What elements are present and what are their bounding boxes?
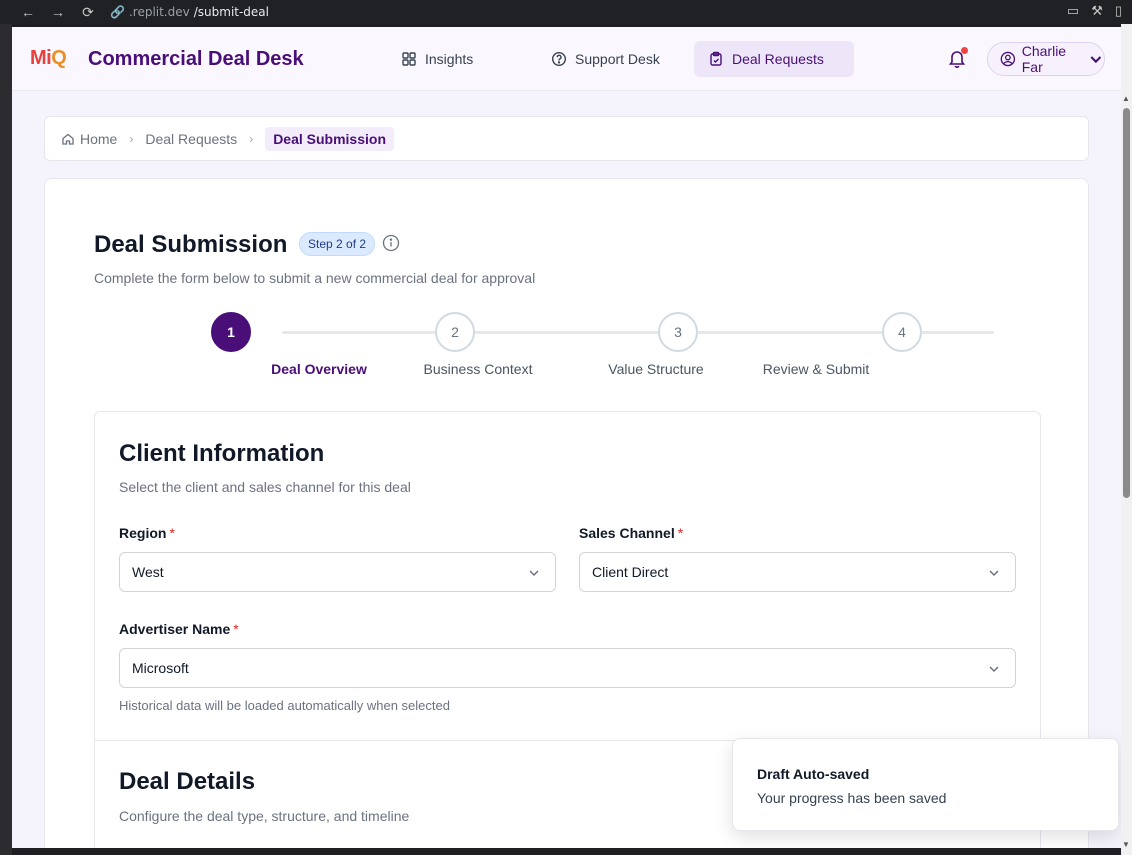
user-name: Charlie Far bbox=[1021, 43, 1067, 75]
advertiser-label: Advertiser Name * bbox=[119, 621, 239, 637]
scrollbar[interactable]: ▲ ▼ bbox=[1121, 24, 1132, 855]
advertiser-help-text: Historical data will be loaded automatic… bbox=[119, 698, 450, 713]
chevron-down-icon bbox=[1090, 56, 1102, 64]
step-4-label[interactable]: Review & Submit bbox=[763, 361, 870, 377]
nav-support-label: Support Desk bbox=[575, 51, 660, 67]
nav-insights[interactable]: Insights bbox=[387, 41, 487, 77]
page-title: Deal Submission bbox=[94, 231, 288, 258]
step-2-circle[interactable]: 2 bbox=[435, 312, 475, 352]
page-subtitle: Complete the form below to submit a new … bbox=[94, 270, 536, 286]
deal-details-title: Deal Details bbox=[119, 768, 256, 795]
device-toggle-icon[interactable]: ▭ bbox=[1067, 3, 1079, 19]
notification-dot bbox=[961, 47, 968, 54]
grid-icon bbox=[402, 52, 416, 66]
nav-deal-requests[interactable]: Deal Requests bbox=[694, 41, 854, 77]
home-icon bbox=[62, 133, 74, 145]
autosave-toast[interactable]: Draft Auto-saved Your progress has been … bbox=[732, 738, 1119, 831]
chevron-down-icon bbox=[989, 570, 999, 577]
client-info-title: Client Information bbox=[119, 440, 325, 467]
app-title: Commercial Deal Desk bbox=[88, 48, 304, 70]
advertiser-value: Microsoft bbox=[132, 660, 189, 676]
forward-arrow-icon[interactable]: → bbox=[50, 4, 66, 20]
sales-channel-value: Client Direct bbox=[592, 564, 669, 580]
breadcrumb-home[interactable]: Home bbox=[61, 131, 117, 147]
step-3-label[interactable]: Value Structure bbox=[608, 361, 703, 377]
step-badge: Step 2 of 2 bbox=[299, 232, 376, 256]
panel-icon[interactable]: ▯ bbox=[1115, 3, 1122, 19]
region-select[interactable]: West bbox=[119, 552, 556, 592]
scrollbar-thumb[interactable] bbox=[1123, 108, 1130, 498]
address-bar[interactable]: 🔗 .replit.dev/submit-deal bbox=[110, 5, 269, 19]
wrench-icon[interactable]: ⚒ bbox=[1091, 3, 1103, 19]
reload-icon[interactable]: ⟳ bbox=[80, 4, 96, 21]
toast-title: Draft Auto-saved bbox=[757, 766, 870, 782]
breadcrumb-deal-requests[interactable]: Deal Requests bbox=[145, 131, 237, 147]
user-circle-icon bbox=[1000, 51, 1016, 67]
required-asterisk: * bbox=[169, 525, 175, 541]
breadcrumb-current: Deal Submission bbox=[265, 126, 394, 151]
nav-deal-requests-label: Deal Requests bbox=[732, 51, 824, 67]
miq-logo[interactable]: MiQ bbox=[30, 47, 67, 70]
toast-message: Your progress has been saved bbox=[757, 790, 947, 806]
region-label: Region * bbox=[119, 525, 175, 541]
info-icon[interactable] bbox=[382, 234, 400, 252]
deal-details-subtitle: Configure the deal type, structure, and … bbox=[119, 808, 410, 824]
advertiser-select[interactable]: Microsoft bbox=[119, 648, 1016, 688]
required-asterisk: * bbox=[233, 621, 239, 637]
step-2-label[interactable]: Business Context bbox=[424, 361, 533, 377]
region-value: West bbox=[132, 564, 164, 580]
step-3-circle[interactable]: 3 bbox=[658, 312, 698, 352]
url-path: /submit-deal bbox=[193, 5, 269, 19]
step-4-circle[interactable]: 4 bbox=[882, 312, 922, 352]
chevron-right-icon: › bbox=[249, 131, 254, 146]
sales-channel-select[interactable]: Client Direct bbox=[579, 552, 1016, 592]
scroll-down-icon[interactable]: ▼ bbox=[1122, 840, 1130, 849]
chevron-right-icon: › bbox=[129, 131, 134, 146]
left-edge bbox=[0, 24, 12, 855]
back-arrow-icon[interactable]: ← bbox=[20, 4, 36, 20]
browser-toolbar: ← → ⟳ 🔗 .replit.dev/submit-deal ▭ ⚒ ▯ bbox=[0, 0, 1132, 24]
clipboard-icon bbox=[710, 51, 722, 66]
url-host: .replit.dev bbox=[128, 5, 190, 19]
chevron-down-icon bbox=[529, 570, 539, 577]
nav-insights-label: Insights bbox=[425, 51, 474, 67]
app-viewport: MiQ Commercial Deal Desk Insights Suppor… bbox=[12, 27, 1121, 848]
client-info-subtitle: Select the client and sales channel for … bbox=[119, 479, 411, 495]
app-header: MiQ Commercial Deal Desk Insights Suppor… bbox=[12, 27, 1121, 91]
breadcrumb: Home › Deal Requests › Deal Submission bbox=[44, 116, 1089, 161]
sales-channel-label: Sales Channel * bbox=[579, 525, 684, 541]
user-menu-button[interactable]: Charlie Far bbox=[987, 42, 1105, 76]
link-icon: 🔗 bbox=[110, 5, 125, 19]
notifications-button[interactable] bbox=[946, 47, 968, 69]
help-circle-icon bbox=[551, 51, 567, 67]
nav-support-desk[interactable]: Support Desk bbox=[537, 41, 674, 77]
chevron-down-icon bbox=[989, 666, 999, 673]
step-1-label[interactable]: Deal Overview bbox=[271, 361, 367, 377]
step-1-circle[interactable]: 1 bbox=[211, 312, 251, 352]
required-asterisk: * bbox=[677, 525, 684, 541]
scroll-up-icon[interactable]: ▲ bbox=[1122, 94, 1130, 103]
